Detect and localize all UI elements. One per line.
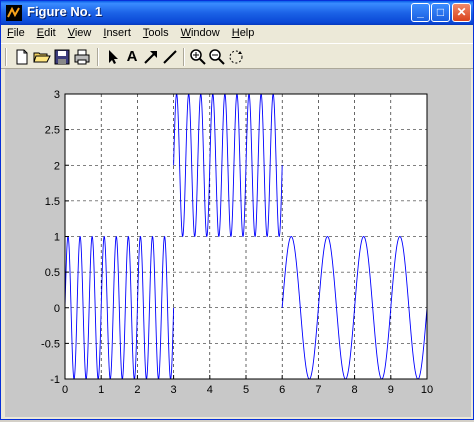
x-tick-label: 8 [352,384,358,396]
text-A-icon[interactable]: A [123,48,141,66]
zoom-out-icon[interactable] [208,48,226,66]
menu-window[interactable]: Window [175,25,226,43]
save-icon[interactable] [53,48,71,66]
x-tick-label: 9 [388,384,394,396]
maximize-button[interactable]: □ [431,3,450,22]
x-tick-label: 1 [98,384,104,396]
arrow-select-icon[interactable] [104,48,122,66]
new-file-icon[interactable] [13,48,31,66]
y-tick-label: 2.5 [45,125,60,137]
toolbar-separator [97,48,99,66]
y-tick-label: 1 [54,232,60,244]
y-tick-label: 1.5 [45,196,60,208]
x-tick-label: 0 [62,384,68,396]
arrow-tool-icon[interactable] [142,48,160,66]
x-tick-label: 4 [207,384,213,396]
y-tick-label: -1 [50,374,60,386]
menu-view[interactable]: View [62,25,98,43]
toolbar-separator [183,48,185,66]
matlab-icon [6,5,22,21]
menu-insert[interactable]: Insert [97,25,137,43]
title-bar[interactable]: Figure No. 1 _ □ ✕ [1,1,473,25]
menu-help[interactable]: Help [226,25,261,43]
toolbar: A [1,43,473,69]
menu-file[interactable]: File [1,25,31,43]
x-tick-label: 10 [421,384,433,396]
minimize-button[interactable]: _ [411,3,430,22]
y-tick-label: 3 [54,89,60,101]
line-tool-icon[interactable] [161,48,179,66]
rotate-icon[interactable] [227,48,245,66]
close-button[interactable]: ✕ [452,3,471,22]
line-plot[interactable]: 0 1 2 3 4 5 6 7 8 9 10 -1 -0.5 0 0.5 1 1.5 2 2.5 3 [5,69,471,417]
x-tick-label: 2 [134,384,140,396]
window-title: Figure No. 1 [27,4,103,19]
y-tick-label: 0.5 [45,267,60,279]
menu-bar: File Edit View Insert Tools Window Help [1,25,473,43]
toolbar-separator [5,48,7,66]
y-tick-label: 0 [54,303,60,315]
open-folder-icon[interactable] [33,48,51,66]
print-icon[interactable] [73,48,91,66]
x-tick-label: 5 [243,384,249,396]
x-tick-label: 3 [171,384,177,396]
menu-tools[interactable]: Tools [137,25,175,43]
figure-canvas: 0 1 2 3 4 5 6 7 8 9 10 -1 -0.5 0 0.5 1 1.5 2 2.5 3 [5,69,471,417]
x-tick-label: 6 [279,384,285,396]
zoom-in-icon[interactable] [189,48,207,66]
y-tick-label: -0.5 [41,338,60,350]
figure-window: Figure No. 1 _ □ ✕ File Edit View Insert Too… [0,0,474,420]
y-tick-label: 2 [54,160,60,172]
x-tick-label: 7 [315,384,321,396]
menu-edit[interactable]: Edit [31,25,62,43]
